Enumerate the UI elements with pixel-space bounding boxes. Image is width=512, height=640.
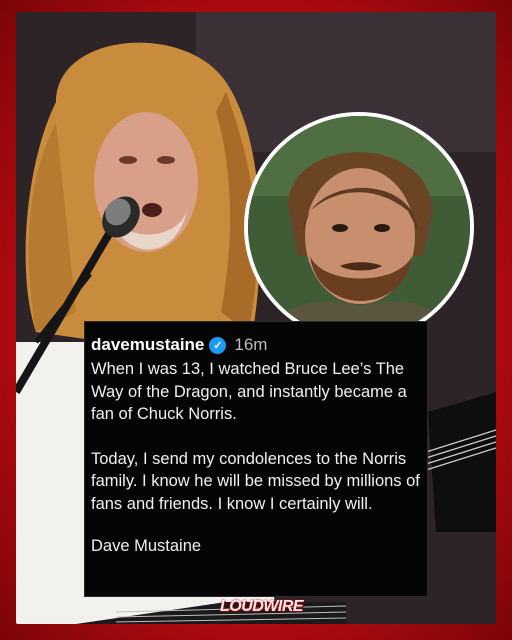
- post-paragraph-1: When I was 13, I watched Bruce Lee’s The…: [91, 360, 407, 423]
- inset-portrait-photo: [244, 112, 474, 342]
- verified-badge-icon: ✓: [209, 336, 227, 354]
- post-header: davemustaine ✓ 16m: [91, 334, 427, 356]
- social-post-card: davemustaine ✓ 16m When I was 13, I watc…: [84, 321, 428, 597]
- post-timestamp: 16m: [234, 335, 268, 354]
- loudwire-logo: LOUDWIRE: [220, 598, 304, 615]
- portrait-illustration: [248, 116, 470, 338]
- post-paragraph-2: Today, I send my condolences to the Norr…: [91, 449, 420, 513]
- post-username[interactable]: davemustaine: [91, 335, 204, 355]
- post-signature: Dave Mustaine: [91, 537, 202, 555]
